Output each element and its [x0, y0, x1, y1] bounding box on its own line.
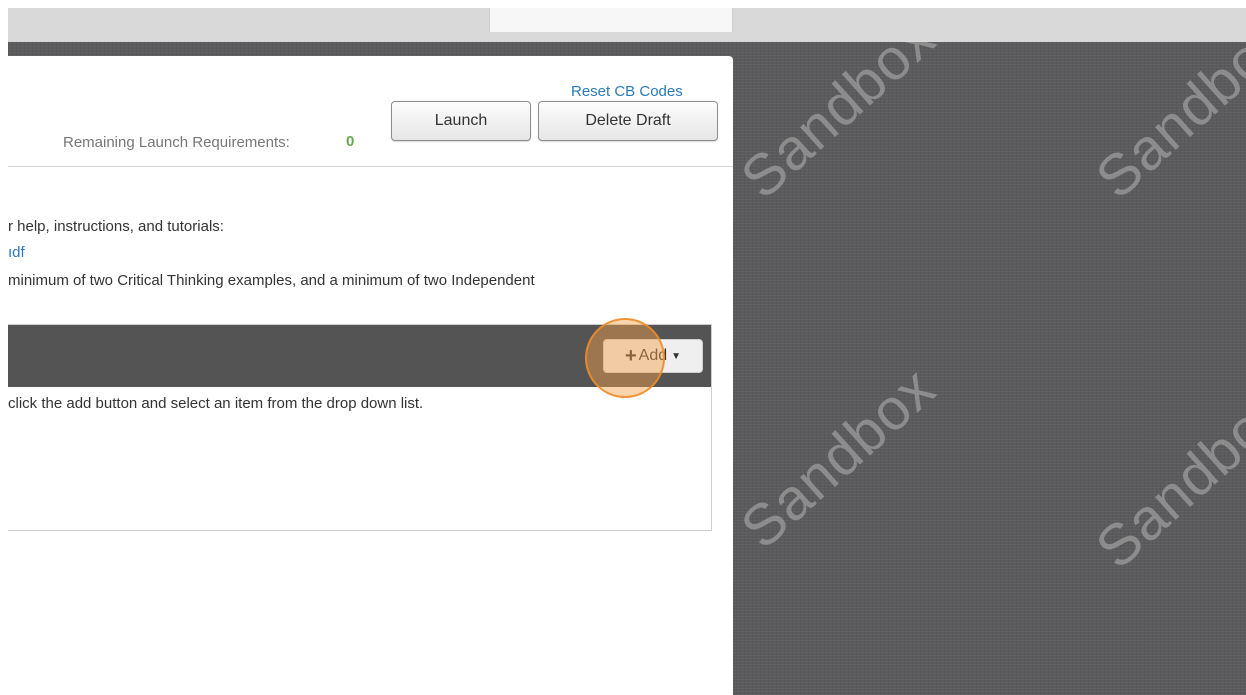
plus-icon: + — [624, 345, 637, 367]
window-edge — [0, 0, 8, 695]
pdf-link[interactable]: ıdf — [8, 244, 25, 261]
requirement-text: minimum of two Critical Thinking example… — [8, 272, 535, 289]
sandbox-watermark: Sandbox — [1083, 42, 1246, 212]
items-header-bar: + Add ▼ — [8, 325, 711, 387]
reset-cb-codes-link[interactable]: Reset CB Codes — [571, 83, 683, 100]
add-dropdown-button[interactable]: + Add ▼ — [603, 339, 703, 373]
launch-button[interactable]: Launch — [391, 101, 531, 141]
help-text: r help, instructions, and tutorials: — [8, 218, 224, 235]
remaining-requirements-label: Remaining Launch Requirements: — [63, 134, 290, 151]
items-section: + Add ▼ click the add button and select … — [8, 324, 712, 531]
delete-draft-button[interactable]: Delete Draft — [538, 101, 718, 141]
browser-top-bar — [8, 8, 1246, 42]
sandbox-watermark: Sandbox — [1083, 374, 1246, 582]
main-panel: Reset CB Codes Remaining Launch Requirem… — [8, 56, 733, 695]
remaining-requirements-count: 0 — [346, 133, 355, 150]
add-button-label: Add — [638, 347, 668, 364]
sandbox-watermark: Sandbox — [728, 354, 948, 562]
page: Sandbox Sandbox Sandbox Sandbox Reset CB… — [0, 0, 1246, 695]
browser-tab[interactable] — [489, 8, 733, 32]
items-instruction-text: click the add button and select an item … — [8, 395, 424, 412]
sandbox-watermark: Sandbox — [728, 42, 948, 212]
caret-down-icon: ▼ — [671, 350, 682, 362]
launch-header: Reset CB Codes Remaining Launch Requirem… — [8, 56, 733, 167]
